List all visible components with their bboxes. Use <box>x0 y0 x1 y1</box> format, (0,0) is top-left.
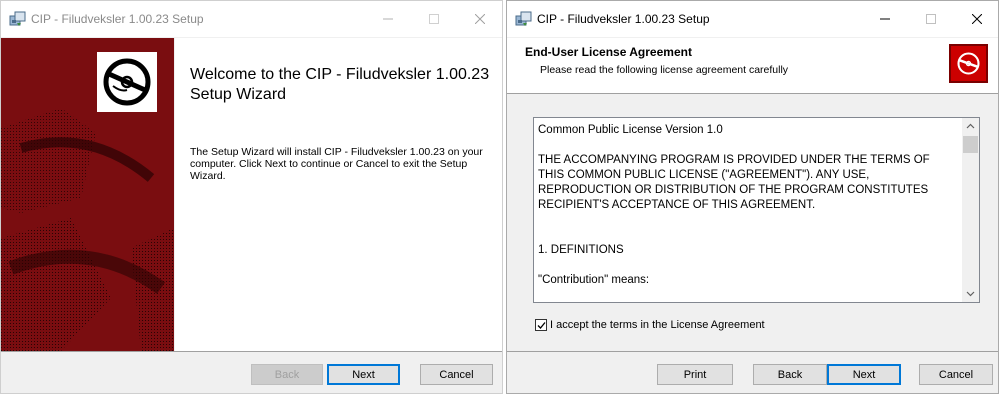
maximize-button[interactable] <box>908 1 954 37</box>
back-button[interactable]: Back <box>251 364 323 385</box>
minimize-icon <box>880 18 890 20</box>
scroll-down-button[interactable] <box>962 285 979 302</box>
installer-app-icon <box>515 11 533 27</box>
maximize-icon <box>926 14 936 24</box>
welcome-description: The Setup Wizard will install CIP - Filu… <box>190 146 483 182</box>
banner-title: End-User License Agreement <box>525 45 692 59</box>
back-button[interactable]: Back <box>753 364 827 385</box>
close-button[interactable] <box>457 1 502 37</box>
license-text: Common Public License Version 1.0 THE AC… <box>538 124 930 286</box>
header-banner: End-User License Agreement Please read t… <box>507 38 998 93</box>
license-setup-window: CIP - Filudveksler 1.00.23 Setup End-Use… <box>506 0 999 394</box>
scroll-up-button[interactable] <box>962 118 979 135</box>
checkmark-icon <box>537 322 546 329</box>
footer-divider <box>1 351 502 352</box>
cancel-button[interactable]: Cancel <box>420 364 493 385</box>
minimize-icon <box>383 18 393 20</box>
title-bar[interactable]: CIP - Filudveksler 1.00.23 Setup <box>1 1 502 37</box>
footer-divider <box>507 351 998 352</box>
window-title: CIP - Filudveksler 1.00.23 Setup <box>537 12 710 26</box>
window-title: CIP - Filudveksler 1.00.23 Setup <box>31 12 204 26</box>
welcome-heading: Welcome to the CIP - Filudveksler 1.00.2… <box>190 66 490 103</box>
maximize-button[interactable] <box>411 1 457 37</box>
print-button[interactable]: Print <box>657 364 733 385</box>
next-button[interactable]: Next <box>827 364 901 385</box>
minimize-button[interactable] <box>365 1 411 37</box>
welcome-setup-window: CIP - Filudveksler 1.00.23 Setup Welcome… <box>0 0 503 394</box>
accept-terms-label[interactable]: I accept the terms in the License Agreem… <box>550 319 765 331</box>
title-bar[interactable]: CIP - Filudveksler 1.00.23 Setup <box>507 1 998 37</box>
vertical-scrollbar[interactable] <box>962 118 979 302</box>
scroll-thumb[interactable] <box>963 136 978 153</box>
banner-subtitle: Please read the following license agreem… <box>540 64 789 76</box>
banner-divider <box>507 93 998 94</box>
minimize-button[interactable] <box>862 1 908 37</box>
disc-logo-icon <box>949 44 988 83</box>
close-icon <box>475 14 485 24</box>
welcome-content-panel: Welcome to the CIP - Filudveksler 1.00.2… <box>175 38 502 351</box>
close-icon <box>972 14 982 24</box>
cancel-button[interactable]: Cancel <box>919 364 993 385</box>
license-text-box[interactable]: Common Public License Version 1.0 THE AC… <box>533 117 980 303</box>
maximize-icon <box>429 14 439 24</box>
scroll-up-icon <box>966 123 975 129</box>
installer-app-icon <box>9 11 27 27</box>
welcome-sidebar-art <box>1 38 174 351</box>
scroll-down-icon <box>966 291 975 297</box>
disc-logo-icon <box>97 52 157 112</box>
close-button[interactable] <box>954 1 998 37</box>
accept-terms-checkbox[interactable] <box>535 319 547 331</box>
accept-terms-row[interactable]: I accept the terms in the License Agreem… <box>535 319 765 331</box>
next-button[interactable]: Next <box>327 364 400 385</box>
